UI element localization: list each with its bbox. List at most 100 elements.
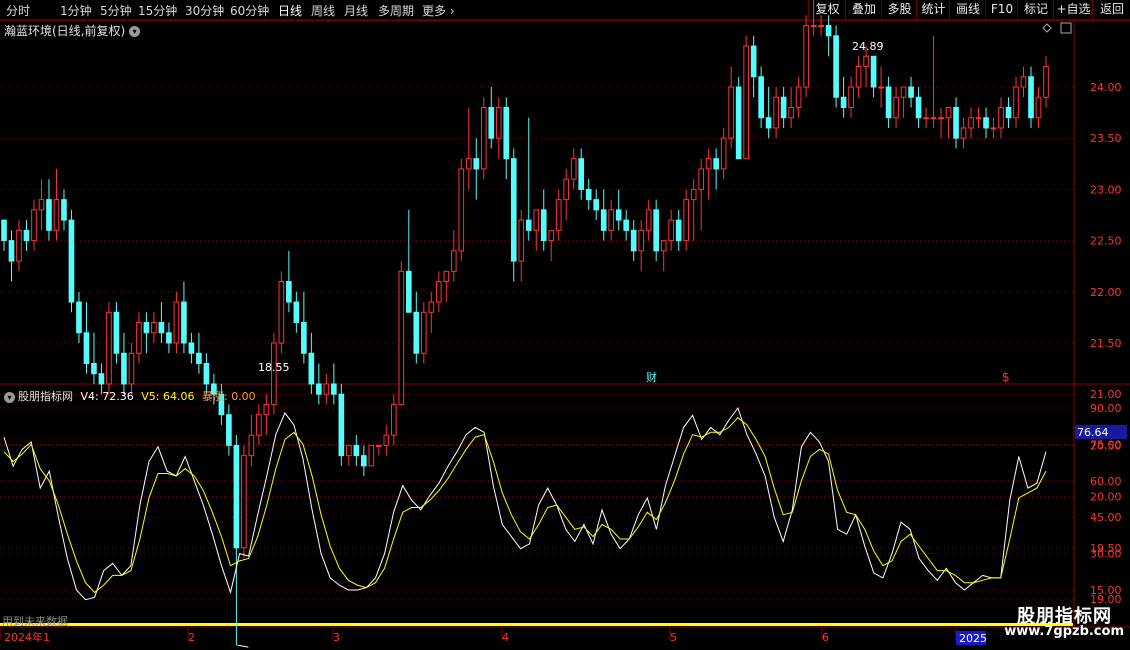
candle-body xyxy=(983,117,989,129)
candle-body xyxy=(540,209,547,242)
candle-body xyxy=(248,434,255,457)
candle-body xyxy=(256,414,262,436)
candle-body xyxy=(383,434,390,446)
candle-body xyxy=(301,322,307,354)
price-axis-label: 23.00 xyxy=(1090,183,1122,196)
indicator-axis-label: 75.00 xyxy=(1090,438,1122,451)
min-price-label: 18.55 xyxy=(258,361,290,374)
chart-canvas[interactable]: 24.0023.5023.0022.5022.0021.5021.0020.50… xyxy=(0,0,1130,650)
candle-body xyxy=(510,158,517,262)
indicator-axis-label: 45.00 xyxy=(1090,511,1122,524)
candle-body xyxy=(990,127,997,130)
price-axis-label: 24.00 xyxy=(1090,81,1122,94)
candle-body xyxy=(548,229,555,242)
candle-body xyxy=(840,96,847,108)
candle-body xyxy=(181,301,187,344)
v4-value: 72.36 xyxy=(102,390,134,403)
candle-body xyxy=(938,117,944,120)
candle-body xyxy=(698,168,704,190)
candle-body xyxy=(780,96,787,119)
candle-body xyxy=(68,219,75,303)
candle-body xyxy=(765,117,772,129)
candle-body xyxy=(1035,96,1042,119)
v4-label: V4: xyxy=(80,390,99,403)
candle-body xyxy=(458,168,465,252)
candle-body xyxy=(645,209,652,231)
indicator-axis-label: 30.00 xyxy=(1090,548,1122,561)
price-axis-label: 21.50 xyxy=(1090,337,1122,350)
candle-body xyxy=(23,229,30,242)
candle-body xyxy=(660,240,667,252)
candle-body xyxy=(173,301,180,344)
candle-body xyxy=(578,158,585,190)
candle-body xyxy=(788,106,794,119)
candle-body xyxy=(286,281,292,303)
candle-body xyxy=(480,106,487,170)
v4-line xyxy=(3,406,1047,601)
v5-value: 64.06 xyxy=(162,390,195,403)
candle-body xyxy=(241,455,247,549)
candle-body xyxy=(428,301,435,313)
candle-body xyxy=(488,106,495,139)
candle-body xyxy=(705,158,712,170)
candle-body xyxy=(713,158,719,170)
indicator-axis-label: 15.00 xyxy=(1090,584,1122,597)
candle-body xyxy=(361,455,367,467)
candle-body xyxy=(113,311,120,354)
candle-body xyxy=(143,322,150,334)
candle-body xyxy=(338,393,345,457)
candle-body xyxy=(533,209,540,231)
current-value-badge: 76.64 xyxy=(1077,426,1109,439)
candle-body xyxy=(233,444,240,549)
chevron-down-icon[interactable]: ▾ xyxy=(129,26,141,37)
candle-body xyxy=(773,96,779,129)
chevron-down-icon[interactable]: ▾ xyxy=(4,391,15,403)
window-icon[interactable] xyxy=(1060,22,1072,34)
indicator-axis-label: 90.00 xyxy=(1090,402,1122,415)
time-label-jan: 2024年1 xyxy=(4,630,50,644)
candle-body xyxy=(728,86,734,139)
candle-body xyxy=(465,158,472,170)
dividend-event-marker[interactable]: $ xyxy=(1002,370,1010,384)
candle-body xyxy=(975,117,982,120)
candle-body xyxy=(106,311,112,385)
candle-body xyxy=(833,35,839,98)
candle-body xyxy=(720,137,727,170)
candle-body xyxy=(668,219,675,242)
candle-body xyxy=(435,281,442,303)
grid-lines: 24.0023.5023.0022.5022.0021.5021.0020.50… xyxy=(0,81,1122,640)
candle-body xyxy=(158,322,165,334)
diamond-icon[interactable] xyxy=(1042,23,1052,33)
candle-body xyxy=(31,209,37,242)
candle-body xyxy=(405,270,412,313)
candle-body xyxy=(615,209,622,221)
candle-body xyxy=(61,199,67,221)
candle-body xyxy=(945,106,952,119)
candlestick-series xyxy=(1,0,1049,648)
candle-body xyxy=(908,86,914,98)
candle-body xyxy=(623,219,630,231)
time-label-feb: 2 xyxy=(188,631,195,644)
indicator-axis-label: 60.00 xyxy=(1090,475,1122,488)
candle-body xyxy=(863,55,869,68)
candle-body xyxy=(1013,86,1019,119)
candle-body xyxy=(600,209,607,231)
candle-body xyxy=(503,106,510,160)
candle-body xyxy=(443,270,450,283)
candle-body xyxy=(128,352,135,385)
year-badge: 2025 xyxy=(959,632,987,645)
candle-body xyxy=(735,86,742,160)
candle-body xyxy=(525,219,532,231)
finance-event-marker[interactable]: 财 xyxy=(646,370,657,384)
candle-body xyxy=(188,342,195,354)
candle-body xyxy=(998,106,1004,129)
candle-body xyxy=(331,383,337,395)
price-axis-label: 23.50 xyxy=(1090,132,1122,145)
price-axis-label: 22.50 xyxy=(1090,235,1122,248)
candle-body xyxy=(570,158,577,180)
min-arrow xyxy=(237,644,249,648)
candle-body xyxy=(1028,76,1034,119)
candle-body xyxy=(870,55,877,88)
candle-body xyxy=(743,45,749,160)
candle-body xyxy=(690,188,697,201)
